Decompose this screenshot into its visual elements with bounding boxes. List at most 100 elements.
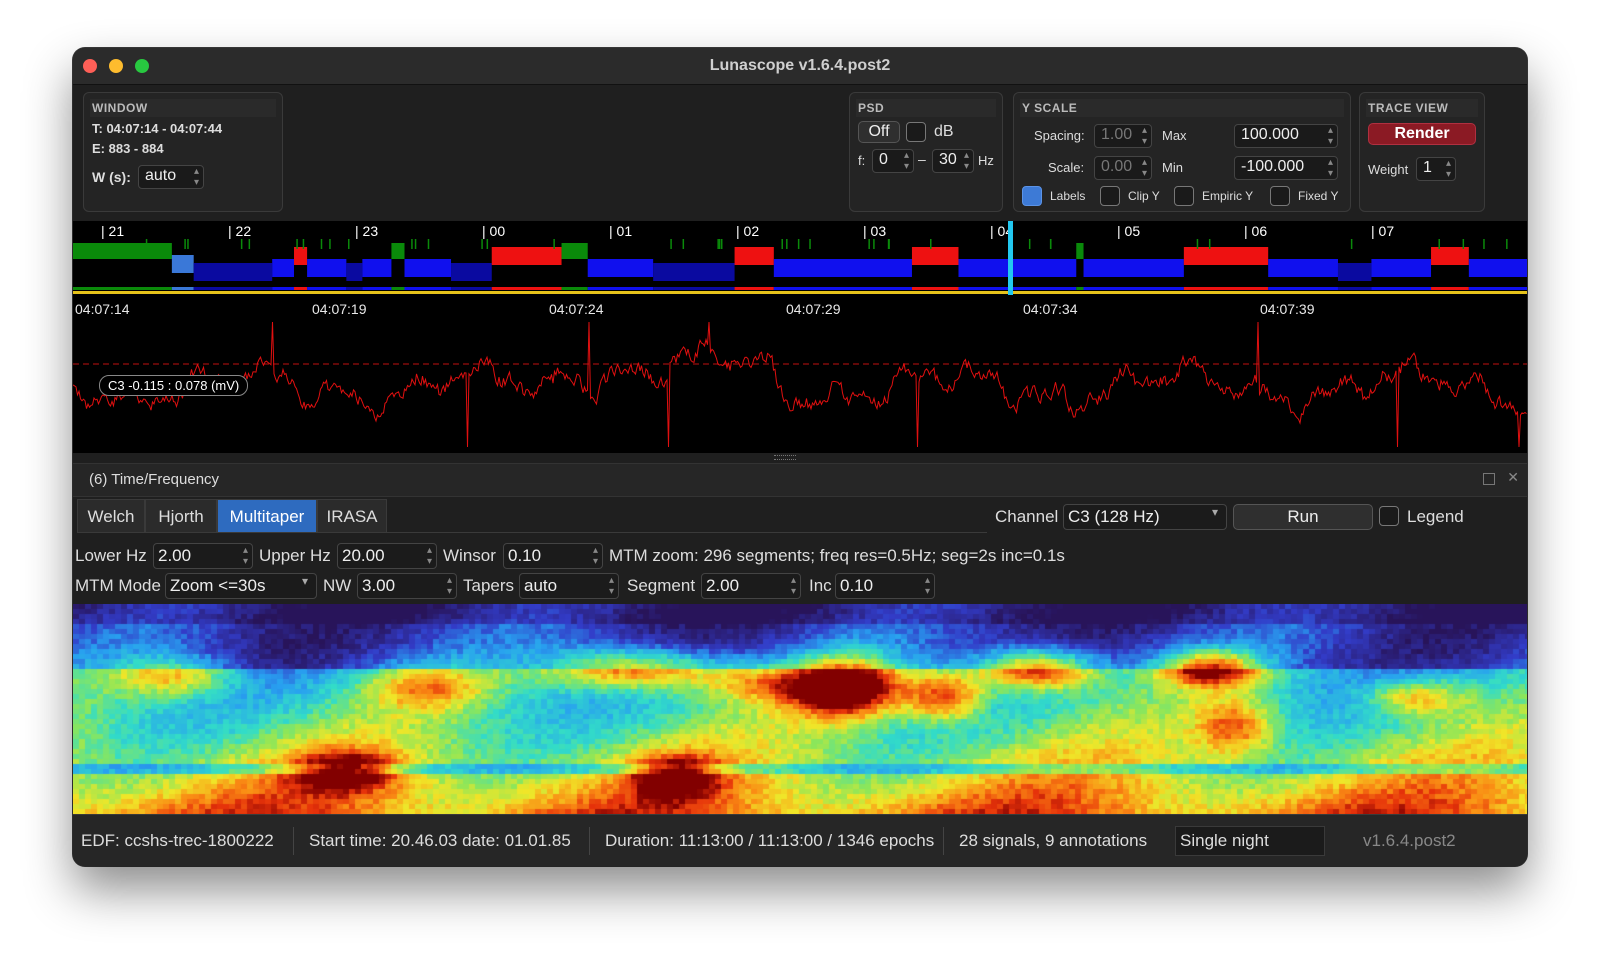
empiric-y-checkbox[interactable] [1174,186,1194,206]
nw-value: 3.00 [362,576,396,595]
arousal-tick [717,239,719,249]
arousal-tick [718,239,721,249]
yscale-panel: Y SCALE Spacing: 1.00 ▴ ▾ Max 100.000 ▴ ▾ … [1013,92,1351,212]
spin-arrows-icon[interactable]: ▴ ▾ [791,575,796,597]
fixed-y-checkbox[interactable] [1270,186,1290,206]
stage-strip [587,287,654,290]
arousal-tick [187,239,189,249]
float-dock-icon[interactable] [1483,473,1495,485]
stage-strip [734,287,774,290]
weight-spinbox[interactable]: 1 ▴ ▾ [1416,157,1456,181]
min-spinbox[interactable]: -100.000 ▴ ▾ [1234,156,1338,180]
hypnogram-stage-n2 [362,259,392,277]
hypnogram-stage-wake [1076,243,1084,259]
stage-strip [1268,287,1338,290]
tab-multitaper[interactable]: Multitaper [217,499,317,533]
nw-spinbox[interactable]: 3.00 ▴ ▾ [357,573,457,599]
legend-checkbox[interactable] [1379,506,1399,526]
arousal-tick [296,239,298,249]
chevron-down-icon[interactable]: ▾ [1212,506,1218,518]
upper-hz-value: 20.00 [342,546,385,565]
hypnogram-plot[interactable] [73,221,1527,295]
window-panel: WINDOW T: 04:07:14 - 04:07:44 E: 883 - 8… [83,92,283,212]
max-label: Max [1162,128,1187,143]
arousal-tick [1438,239,1440,249]
stage-strip [1371,287,1432,290]
mtm-mode-select[interactable]: Zoom <=30s ▾ [165,573,317,599]
splitter-handle[interactable] [774,455,796,460]
inc-spinbox[interactable]: 0.10 ▴ ▾ [835,573,935,599]
close-dock-icon[interactable]: ✕ [1507,469,1519,486]
spin-arrows-icon[interactable]: ▴ ▾ [243,545,248,567]
max-value: 100.000 [1241,126,1299,143]
time-range: T: 04:07:14 - 04:07:44 [92,121,223,136]
segment-spinbox[interactable]: 2.00 ▴ ▾ [701,573,801,599]
lower-hz-spinbox[interactable]: 2.00 ▴ ▾ [153,543,253,569]
session-mode: Single night [1180,831,1269,850]
current-window-cursor[interactable] [1008,221,1013,295]
session-mode-box[interactable]: Single night [1175,826,1325,856]
spectrogram[interactable] [73,604,1527,817]
stage-strip [73,287,172,290]
psd-off-button[interactable]: Off [858,121,900,143]
winsor-spinbox[interactable]: 0.10 ▴ ▾ [503,543,603,569]
tapers-spinbox[interactable]: auto ▴ ▾ [519,573,619,599]
trace-time-label: 04:07:14 [75,301,130,317]
status-separator [589,827,590,855]
spin-arrows-icon[interactable]: ▴ ▾ [1142,157,1147,179]
clip-y-checkbox[interactable] [1100,186,1120,206]
arousal-tick [930,239,932,249]
hypnogram[interactable]: | 21 | 22 | 23 | 00 | 01 | 02 | 03 | 04 | 05 | 06… [73,221,1527,295]
render-button[interactable]: Render [1368,123,1476,145]
arousal-tick [184,239,186,249]
trace-plot[interactable] [73,295,1527,453]
spin-arrows-icon[interactable]: ▴ ▾ [609,575,614,597]
stage-strip [451,287,492,290]
tab-welch[interactable]: Welch [77,499,145,533]
arousal-tick [809,239,811,249]
title-bar: Lunascope v1.6.4.post2 [73,48,1527,85]
stage-strip [958,287,1077,290]
max-spinbox[interactable]: 100.000 ▴ ▾ [1234,124,1338,148]
spin-arrows-icon[interactable]: ▴ ▾ [1142,125,1147,147]
chevron-down-icon[interactable]: ▾ [302,575,308,587]
spin-arrows-icon[interactable]: ▴ ▾ [1446,158,1451,180]
spin-arrows-icon[interactable]: ▴ ▾ [593,545,598,567]
stage-strip [1337,287,1372,290]
scale-value: 0.00 [1101,158,1133,175]
spin-arrows-icon[interactable]: ▴ ▾ [1328,157,1333,179]
run-button[interactable]: Run [1233,504,1373,530]
upper-hz-spinbox[interactable]: 20.00 ▴ ▾ [337,543,437,569]
arousal-tick [682,239,685,249]
spin-arrows-icon[interactable]: ▴ ▾ [194,166,199,188]
spin-arrows-icon[interactable]: ▴ ▾ [904,150,909,172]
channel-select[interactable]: C3 (128 Hz) ▾ [1063,504,1227,530]
arousal-tick [868,239,870,249]
arousal-tick [248,239,251,249]
spacing-spinbox[interactable]: 1.00 ▴ ▾ [1094,124,1152,148]
psd-fmin-spinbox[interactable]: 0 ▴ ▾ [872,149,914,173]
tab-hjorth[interactable]: Hjorth [145,499,217,533]
psd-fmax-spinbox[interactable]: 30 ▴ ▾ [932,149,974,173]
window-size-spinbox[interactable]: auto ▴ ▾ [138,165,204,189]
arousal-tick [320,239,323,249]
labels-checkbox[interactable] [1022,186,1042,206]
scale-spinbox[interactable]: 0.00 ▴ ▾ [1094,156,1152,180]
spin-arrows-icon[interactable]: ▴ ▾ [964,150,969,172]
tab-irasa[interactable]: IRASA [317,499,387,533]
spin-arrows-icon[interactable]: ▴ ▾ [925,575,930,597]
arousal-tick [1350,239,1353,249]
status-separator [293,827,294,855]
psd-db-checkbox[interactable] [906,122,926,142]
spin-arrows-icon[interactable]: ▴ ▾ [1328,125,1333,147]
channel-label: C3 -0.115 : 0.078 (mV) [99,375,249,396]
min-value: -100.000 [1241,158,1305,175]
arousal-tick [240,239,243,249]
tf-dock-title: (6) Time/Frequency [89,471,220,488]
spin-arrows-icon[interactable]: ▴ ▾ [447,575,452,597]
hypnogram-stage-wake [561,243,588,259]
hypnogram-stage-rem [491,247,562,265]
trace-time-label: 04:07:29 [786,301,841,317]
spin-arrows-icon[interactable]: ▴ ▾ [427,545,432,567]
signal-trace[interactable]: 04:07:14 04:07:19 04:07:24 04:07:29 04:07:34… [73,295,1527,453]
